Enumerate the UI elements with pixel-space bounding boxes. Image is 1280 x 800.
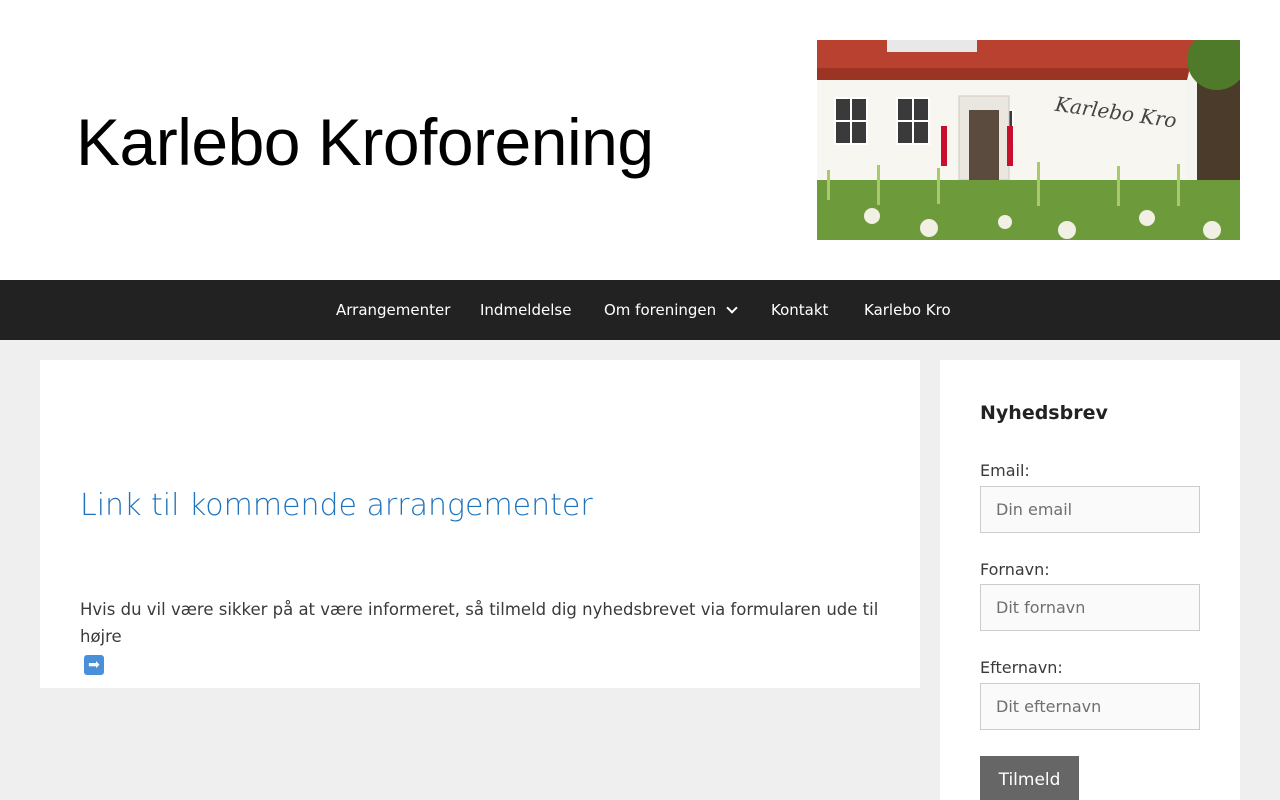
site-header: Karlebo Kroforening Karlebo Kro [0,0,1280,280]
firstname-field[interactable] [980,584,1200,631]
entry-text-body: Hvis du vil være sikker på at være infor… [80,600,879,646]
header-image: Karlebo Kro [817,40,1240,240]
widget-title: Nyhedsbrev [980,402,1108,424]
subscribe-button[interactable]: Tilmeld [980,756,1079,800]
content-article: Link til kommende arrangementer Hvis du … [40,360,920,688]
nav-item-kontakt[interactable]: Kontakt [771,280,828,340]
firstname-label: Fornavn: [980,560,1050,579]
nav-item-om-foreningen[interactable]: Om foreningen [604,280,738,340]
chevron-down-icon [726,302,738,314]
email-label: Email: [980,461,1030,480]
main-navigation: Arrangementer Indmeldelse Om foreningen … [0,280,1280,340]
nav-item-karlebo-kro[interactable]: Karlebo Kro [864,280,951,340]
right-arrow-icon: ➡ [84,654,104,675]
site-title[interactable]: Karlebo Kroforening [76,104,654,180]
lastname-label: Efternavn: [980,658,1063,677]
nav-item-om-foreningen-label: Om foreningen [604,301,717,319]
nav-item-arrangementer[interactable]: Arrangementer [336,280,450,340]
entry-title-link[interactable]: Link til kommende arrangementer [80,488,593,523]
email-field[interactable] [980,486,1200,533]
nav-item-indmeldelse[interactable]: Indmeldelse [480,280,571,340]
newsletter-widget: Nyhedsbrev Email: Fornavn: Efternavn: Ti… [940,360,1240,800]
lastname-field[interactable] [980,683,1200,730]
entry-text: Hvis du vil være sikker på at være infor… [80,596,880,677]
